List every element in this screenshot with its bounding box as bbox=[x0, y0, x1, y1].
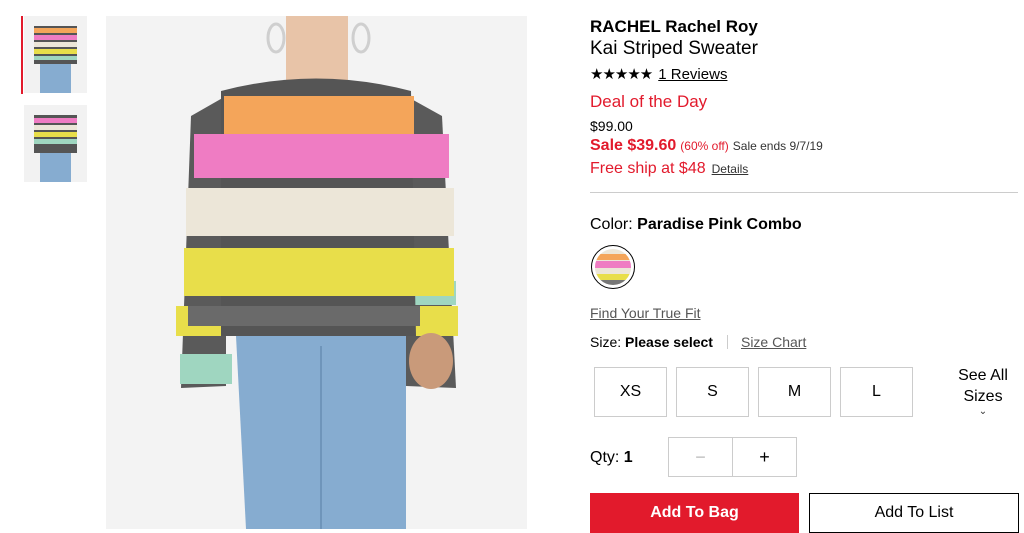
add-to-list-button[interactable]: Add To List bbox=[809, 493, 1019, 533]
quantity-decrease-button[interactable]: − bbox=[669, 438, 733, 476]
see-all-label-line1: See All bbox=[958, 367, 1008, 384]
reviews-link[interactable]: 1 Reviews bbox=[658, 66, 727, 83]
quantity-label: Qty: 1 bbox=[590, 449, 633, 467]
product-title: Kai Striped Sweater bbox=[590, 38, 758, 59]
see-all-sizes-button[interactable]: See All Sizes ⌄ bbox=[948, 365, 1018, 417]
size-chart-link[interactable]: Size Chart bbox=[741, 334, 806, 350]
free-shipping-text: Free ship at $48 bbox=[590, 160, 706, 177]
rating-row: ★★★★★ 1 Reviews bbox=[590, 65, 727, 84]
color-selection-label: Color: Paradise Pink Combo bbox=[590, 216, 802, 234]
shipping-details-link[interactable]: Details bbox=[712, 162, 749, 176]
separator bbox=[726, 335, 728, 349]
deal-of-the-day-label: Deal of the Day bbox=[590, 92, 708, 111]
size-option-l[interactable]: L bbox=[840, 367, 913, 417]
sale-discount: (60% off) bbox=[680, 139, 729, 153]
sale-price: Sale $39.60 bbox=[590, 137, 677, 154]
product-main-image[interactable] bbox=[106, 16, 527, 529]
original-price: $99.00 bbox=[590, 118, 633, 134]
section-divider bbox=[590, 192, 1018, 193]
color-label: Color: bbox=[590, 216, 633, 233]
sale-price-row: Sale $39.60 (60% off) Sale ends 9/7/19 bbox=[590, 137, 823, 155]
quantity-stepper: − + bbox=[668, 437, 797, 477]
sweater-model-image bbox=[106, 16, 527, 529]
thumbnail-alt-view[interactable] bbox=[24, 105, 87, 182]
see-all-label-line2: Sizes bbox=[963, 388, 1003, 405]
sale-end-date: Sale ends 9/7/19 bbox=[732, 139, 823, 153]
star-rating-icon: ★★★★★ bbox=[590, 66, 653, 83]
sweater-thumbnail-image bbox=[24, 105, 87, 182]
color-swatch-paradise-pink[interactable] bbox=[591, 245, 635, 289]
size-option-m[interactable]: M bbox=[758, 367, 831, 417]
qty-label-text: Qty: bbox=[590, 449, 620, 466]
color-swatch-image bbox=[595, 249, 631, 285]
size-option-xs[interactable]: XS bbox=[594, 367, 667, 417]
shipping-row: Free ship at $48 Details bbox=[590, 160, 748, 178]
selected-color-name: Paradise Pink Combo bbox=[637, 216, 802, 233]
size-selection-label: Size: Please select Size Chart bbox=[590, 334, 806, 350]
size-option-s[interactable]: S bbox=[676, 367, 749, 417]
chevron-down-icon: ⌄ bbox=[978, 406, 988, 417]
thumbnail-active-indicator bbox=[21, 16, 23, 94]
sweater-thumbnail-image bbox=[24, 16, 87, 93]
size-label: Size: bbox=[590, 334, 622, 350]
quantity-increase-button[interactable]: + bbox=[733, 438, 796, 476]
thumbnail-front-view[interactable] bbox=[24, 16, 87, 93]
product-brand[interactable]: RACHEL Rachel Roy bbox=[590, 17, 758, 37]
add-to-bag-button[interactable]: Add To Bag bbox=[590, 493, 799, 533]
find-true-fit-link[interactable]: Find Your True Fit bbox=[590, 305, 701, 321]
size-value: Please select bbox=[625, 334, 713, 350]
qty-value: 1 bbox=[623, 449, 633, 466]
